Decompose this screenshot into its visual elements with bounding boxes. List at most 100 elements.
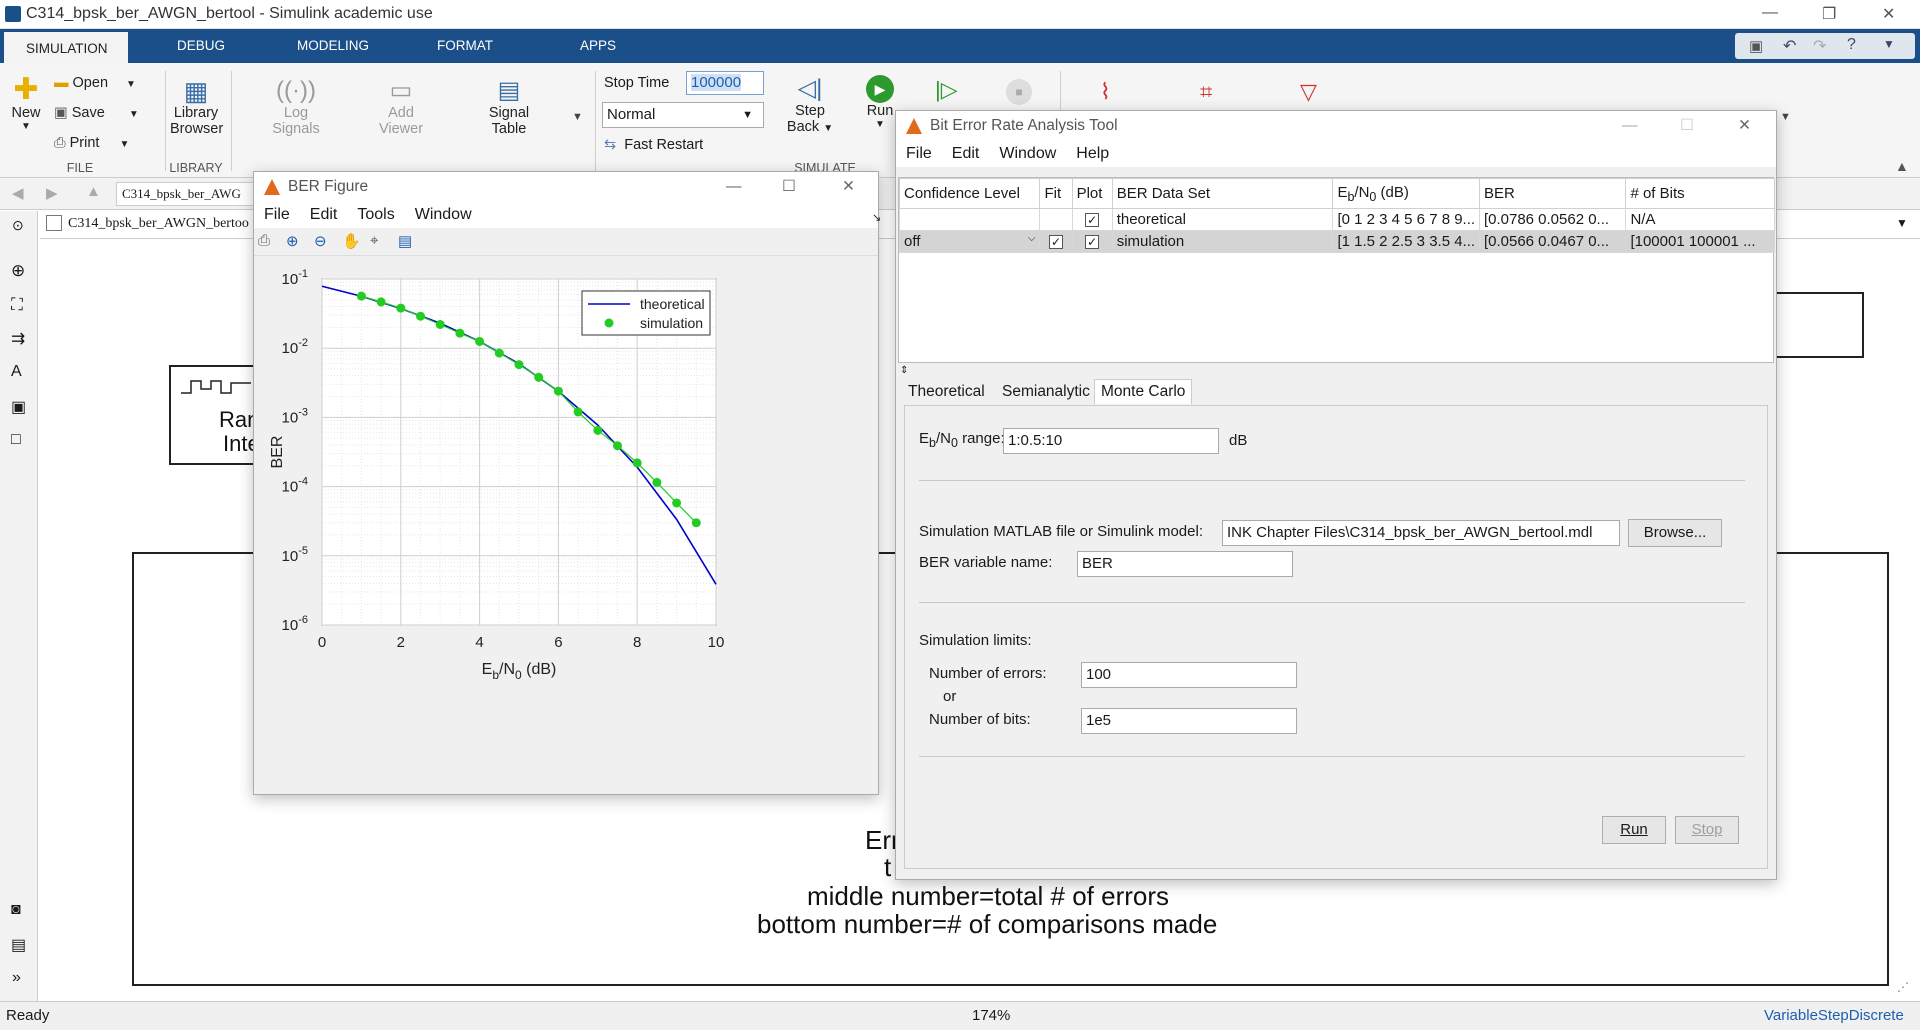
annotation-icon[interactable]: A: [11, 363, 22, 381]
tab-apps[interactable]: APPS: [558, 29, 638, 63]
library-browser-button[interactable]: ▦ Library Browser: [170, 77, 223, 137]
column-header[interactable]: BER Data Set: [1111, 178, 1334, 209]
step-forward-icon[interactable]: |▷: [935, 77, 958, 103]
menu-tools[interactable]: Tools: [357, 206, 394, 223]
ebno-range-input[interactable]: 1:0.5:10: [1003, 428, 1219, 454]
column-header[interactable]: Fit: [1039, 178, 1073, 209]
area-icon[interactable]: □: [11, 431, 21, 449]
open-button[interactable]: ▬ Open ▼: [54, 75, 136, 91]
minimize-icon[interactable]: —: [726, 172, 742, 202]
maximize-icon[interactable]: ☐: [1680, 111, 1694, 141]
expand-icon[interactable]: »: [12, 969, 21, 987]
resize-grip-icon[interactable]: ⋰: [1897, 980, 1909, 994]
fast-restart-toggle[interactable]: ⇆ Fast Restart: [604, 137, 703, 153]
matlab-logo-icon: [906, 118, 922, 134]
forward-arrow-icon[interactable]: ▶: [46, 184, 58, 202]
menu-edit[interactable]: Edit: [952, 145, 980, 162]
legend-icon[interactable]: ▤: [398, 232, 412, 250]
run-button[interactable]: ▶ Run ▼: [860, 75, 900, 130]
zoom-in-icon[interactable]: ⊕: [286, 232, 299, 250]
menu-window[interactable]: Window: [999, 145, 1056, 162]
chevron-down-icon[interactable]: ▼: [572, 111, 583, 123]
stop-icon[interactable]: ■: [1006, 79, 1032, 105]
menu-file[interactable]: File: [906, 145, 932, 162]
menu-window[interactable]: Window: [415, 206, 472, 223]
close-icon[interactable]: ✕: [1738, 111, 1751, 141]
tab-monte-carlo[interactable]: Monte Carlo: [1094, 379, 1193, 404]
model-browser-icon[interactable]: ▤: [11, 935, 26, 955]
up-arrow-icon[interactable]: ▲: [86, 183, 101, 200]
minimize-icon[interactable]: —: [1622, 111, 1638, 141]
minimize-icon[interactable]: —: [1762, 4, 1778, 22]
confidence-select[interactable]: off ⌵: [898, 230, 1041, 253]
column-header[interactable]: Plot: [1071, 178, 1113, 209]
signal-table-button[interactable]: ▤ Signal Table: [478, 77, 540, 137]
zoom-icon[interactable]: ⊕: [11, 261, 25, 281]
fit-checkbox[interactable]: ✓: [1049, 235, 1064, 249]
plot-checkbox[interactable]: ✓: [1085, 213, 1100, 227]
add-viewer-button[interactable]: ▭ Add Viewer: [370, 77, 432, 137]
tab-format[interactable]: FORMAT: [415, 29, 515, 63]
logic-analyzer-icon[interactable]: ⌗: [1200, 79, 1212, 105]
fit-view-icon[interactable]: ⛶: [11, 295, 23, 315]
splitter-handle[interactable]: ⇕: [900, 365, 908, 376]
help-icon[interactable]: ?: [1847, 36, 1856, 54]
ber-variable-input[interactable]: BER: [1077, 551, 1293, 577]
column-header[interactable]: BER: [1478, 178, 1627, 209]
print-button[interactable]: ⎙ Print ▼: [54, 135, 129, 151]
model-path[interactable]: C314_bpsk_ber_AWGN_bertoo: [68, 216, 249, 232]
log-signals-button[interactable]: ((·)) Log Signals: [265, 77, 327, 137]
simulation-mode-select[interactable]: Normal ▼: [602, 102, 764, 128]
close-icon[interactable]: ✕: [1882, 4, 1895, 24]
column-header[interactable]: # of Bits: [1625, 178, 1775, 209]
back-arrow-icon[interactable]: ◀: [12, 184, 24, 202]
maximize-icon[interactable]: ☐: [782, 172, 796, 202]
browse-button[interactable]: Browse...: [1628, 519, 1722, 547]
num-bits-input[interactable]: 1e5: [1081, 708, 1297, 734]
table-row-selected[interactable]: off ⌵ ✓ ✓ simulation [1 1.5 2 2.5 3 3.5 4…: [898, 230, 1775, 253]
random-integer-block[interactable]: Ran Inte: [169, 365, 260, 465]
image-icon[interactable]: ▣: [11, 397, 26, 417]
column-header[interactable]: Eb/N0 (dB): [1332, 178, 1480, 209]
zoom-out-icon[interactable]: ⊖: [314, 232, 327, 250]
close-icon[interactable]: ✕: [842, 172, 855, 202]
tab-modeling[interactable]: MODELING: [275, 29, 391, 63]
tab-theoretical[interactable]: Theoretical: [904, 383, 989, 401]
num-errors-input[interactable]: 100: [1081, 662, 1297, 688]
column-header[interactable]: Confidence Level: [898, 178, 1041, 209]
chevron-down-icon[interactable]: ▼: [1896, 216, 1908, 230]
step-back-button[interactable]: ◁| Step Back ▼: [785, 75, 835, 135]
plot-checkbox[interactable]: ✓: [1085, 235, 1100, 249]
menu-edit[interactable]: Edit: [310, 206, 338, 223]
data-cursor-icon[interactable]: ⌖: [370, 232, 378, 249]
print-icon[interactable]: ⎙: [258, 232, 270, 249]
sim-file-input[interactable]: INK Chapter Files\C314_bpsk_ber_AWGN_ber…: [1222, 520, 1620, 546]
arrow-icon[interactable]: ⇉: [11, 329, 25, 349]
tab-semianalytic[interactable]: Semianalytic: [998, 383, 1094, 401]
tab-debug[interactable]: DEBUG: [155, 29, 247, 63]
collapse-ribbon-icon[interactable]: ▲: [1895, 158, 1909, 174]
new-button[interactable]: ✚ New ▼: [6, 75, 46, 133]
stop-time-input[interactable]: 100000: [686, 71, 764, 95]
menu-help[interactable]: Help: [1076, 145, 1109, 162]
breadcrumb[interactable]: C314_bpsk_ber_AWG: [116, 182, 256, 206]
review-icon[interactable]: ▽: [1300, 79, 1317, 105]
run-button[interactable]: Run: [1602, 816, 1666, 844]
hide-explorer-icon[interactable]: ⊙: [12, 217, 24, 234]
stop-button[interactable]: Stop: [1675, 816, 1739, 844]
chevron-down-icon[interactable]: ▼: [1883, 37, 1895, 51]
data-inspector-icon[interactable]: ⌇: [1100, 79, 1111, 105]
table-row[interactable]: ✓ theoretical [0 1 2 3 4 5 6 7 8 9... [0…: [898, 208, 1775, 231]
save-icon[interactable]: ▣: [1749, 37, 1763, 55]
pan-hand-icon[interactable]: ✋: [342, 232, 361, 250]
tab-simulation[interactable]: SIMULATION: [4, 29, 128, 63]
ber-plot[interactable]: 0 2 4 6 8 10 10-1 10-2 10-3 10-4 10-5 10-6 Eb/N0 (dB…: [254, 256, 878, 794]
chevron-down-icon[interactable]: ▼: [1780, 111, 1791, 123]
camera-icon[interactable]: ◙: [11, 901, 21, 919]
restore-icon[interactable]: ❐: [1822, 4, 1836, 24]
undo-icon[interactable]: ↶: [1783, 36, 1796, 56]
redo-icon[interactable]: ↷: [1813, 36, 1826, 56]
save-button[interactable]: ▣ Save ▼: [54, 105, 139, 121]
solver-link[interactable]: VariableStepDiscrete: [1764, 1007, 1904, 1024]
menu-file[interactable]: File: [264, 206, 290, 223]
